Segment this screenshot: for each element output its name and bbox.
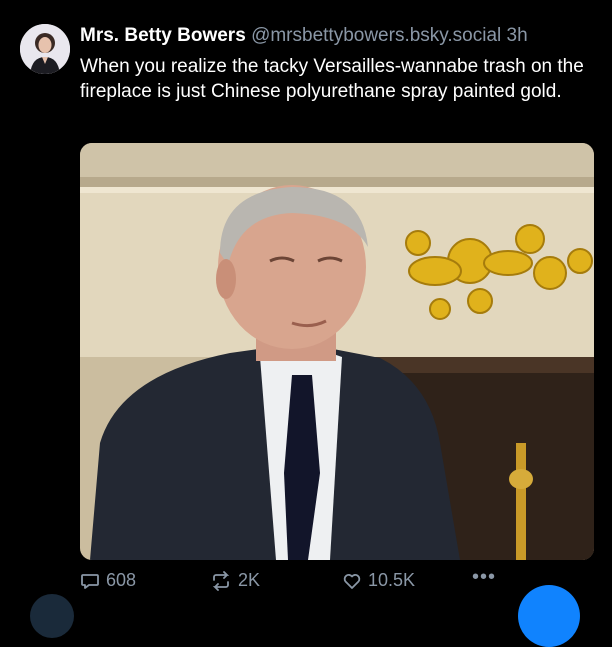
repost-icon bbox=[212, 570, 230, 591]
compose-button[interactable] bbox=[518, 585, 580, 647]
next-post-avatar[interactable] bbox=[30, 594, 74, 638]
author-name[interactable]: Mrs. Betty Bowers bbox=[80, 25, 246, 46]
like-count: 10.5K bbox=[368, 570, 416, 590]
reply-count: 608 bbox=[106, 570, 137, 590]
author-handle[interactable]: @mrsbettybowers.bsky.social bbox=[251, 25, 501, 46]
heart-icon bbox=[343, 573, 361, 589]
reply-button[interactable]: 608 bbox=[80, 570, 136, 591]
more-icon: ••• bbox=[472, 566, 497, 588]
more-options-button[interactable]: ••• bbox=[472, 566, 496, 589]
author-avatar[interactable] bbox=[20, 24, 70, 74]
post-header: Mrs. Betty Bowers @mrsbettybowers.bsky.s… bbox=[80, 24, 596, 48]
like-button[interactable]: 10.5K bbox=[342, 570, 415, 591]
repost-count: 2K bbox=[238, 570, 261, 590]
repost-button[interactable]: 2K bbox=[210, 570, 260, 591]
post-image[interactable] bbox=[80, 143, 594, 560]
avatar-portrait-icon bbox=[20, 24, 70, 74]
post-timestamp[interactable]: 3h bbox=[507, 25, 528, 46]
post-text: When you realize the tacky Versailles-wa… bbox=[80, 56, 584, 102]
embedded-photo bbox=[80, 143, 594, 560]
reply-icon bbox=[81, 573, 99, 589]
